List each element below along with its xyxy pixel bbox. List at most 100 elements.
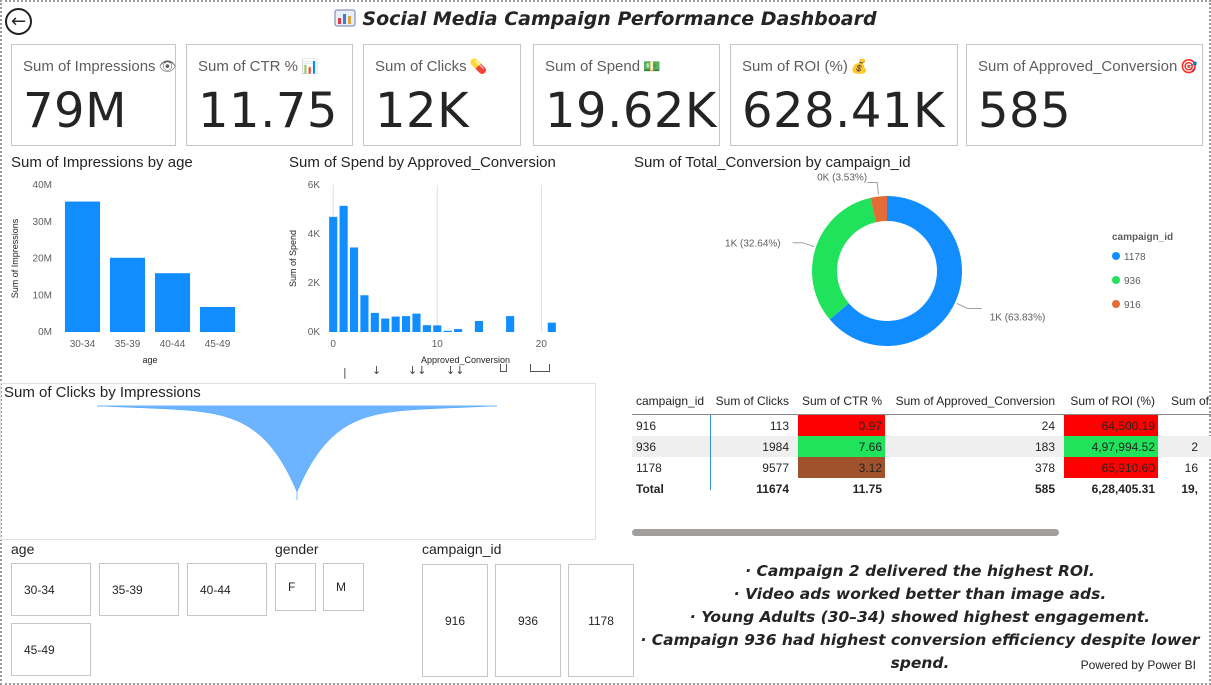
card-roi[interactable]: Sum of ROI (%) 💰 628.41K — [730, 44, 958, 146]
cell-clicks: 113 — [769, 418, 789, 433]
cell-clicks: 1984 — [762, 439, 789, 454]
bar — [402, 316, 411, 332]
page-title: Social Media Campaign Performance Dashbo… — [0, 8, 1211, 30]
area-series — [96, 405, 498, 500]
chart-title-clicks-by-impressions: Sum of Clicks by Impressions — [4, 384, 201, 401]
cell-extra: 2 — [1191, 439, 1198, 454]
powered-by-label: Powered by Power BI — [1080, 658, 1196, 672]
bar — [412, 313, 421, 332]
drill-down-icon[interactable]: ↓ — [372, 364, 381, 377]
slicer-option-age[interactable]: 35-39 — [99, 563, 179, 616]
y-tick-label: 10M — [33, 290, 52, 301]
cell-approved: 585 — [1034, 481, 1055, 496]
bar — [474, 320, 483, 332]
y-tick-label: 30M — [33, 217, 52, 228]
bar — [154, 273, 191, 332]
money-icon: 💵 — [643, 58, 661, 74]
slice-leader-line — [956, 302, 982, 309]
slicer-option-age[interactable]: 40-44 — [187, 563, 267, 616]
cell-ctr: 7.66 — [798, 436, 885, 457]
y-axis-title: Sum of Impressions — [10, 218, 20, 298]
y-tick-label: 2K — [308, 278, 321, 289]
total-conversion-donut-chart[interactable]: 1K (63.83%) 1K (32.64%) 0K (3.53%) campaign… — [634, 170, 1206, 380]
slicer-option-gender[interactable]: M — [323, 563, 364, 611]
card-ctr[interactable]: Sum of CTR % 📊 11.75 — [186, 44, 353, 146]
slice-data-label: 1K (32.64%) — [725, 239, 781, 250]
impressions-by-age-chart[interactable]: 0M 10M 20M 30M 40M 30-34 35-39 40-44 45-49 age Sum… — [5, 175, 250, 370]
x-tick-label: 40-44 — [160, 339, 186, 350]
column-header[interactable]: Sum of CTR % — [798, 388, 885, 414]
cell-ctr: 11.75 — [852, 481, 882, 496]
slicer-option-campaign[interactable]: 936 — [495, 564, 561, 677]
cell-roi: 65,910.60 — [1064, 457, 1158, 478]
table-horizontal-scrollbar[interactable] — [632, 529, 1059, 536]
bar — [349, 247, 359, 332]
slicer-option-age[interactable]: 45-49 — [11, 623, 91, 676]
card-value: 11.75 — [198, 83, 338, 139]
table-row[interactable]: 916 113 0.97 24 64,500.19 — [632, 415, 1211, 436]
bar — [109, 257, 146, 332]
cell-approved: 183 — [1034, 439, 1055, 454]
column-header[interactable]: campaign_id — [636, 388, 704, 414]
y-tick-label: 6K — [308, 180, 321, 191]
cell-clicks: 9577 — [762, 460, 789, 475]
table-header: campaign_id Sum of Clicks Sum of CTR % S… — [632, 388, 1211, 415]
cell-campaign-id: 916 — [636, 418, 657, 433]
bar — [422, 325, 431, 332]
target-icon: 🎯 — [1180, 58, 1198, 74]
x-tick-label: 30-34 — [70, 339, 96, 350]
more-options-icon[interactable] — [530, 364, 550, 372]
y-tick-label: 20M — [33, 254, 52, 265]
card-value: 19.62K — [545, 83, 717, 139]
card-label: Sum of ROI (%) — [742, 58, 848, 75]
slicer-option-campaign[interactable]: 916 — [422, 564, 488, 677]
x-tick-label: 45-49 — [205, 339, 231, 350]
cell-extra: 19, — [1181, 481, 1198, 496]
slice-data-label: 0K (3.53%) — [817, 173, 867, 184]
card-spend[interactable]: Sum of Spend 💵 19.62K — [533, 44, 720, 146]
bar — [391, 316, 400, 332]
x-axis-title: age — [142, 355, 157, 365]
donut-slice — [812, 197, 877, 320]
cell-ctr: 0.97 — [798, 415, 885, 436]
slicer-option-age[interactable]: 30-34 — [11, 563, 91, 616]
drill-down-all-icon[interactable]: ↓↓ — [408, 364, 426, 377]
focus-mode-icon[interactable] — [500, 364, 507, 372]
y-tick-label: 0M — [38, 327, 52, 338]
slice-leader-line — [792, 242, 815, 247]
campaign-table[interactable]: campaign_id Sum of Clicks Sum of CTR % S… — [632, 388, 1211, 499]
card-label: Sum of Impressions — [23, 58, 156, 75]
bar — [329, 216, 338, 332]
cell-extra — [1162, 415, 1201, 436]
bar — [64, 201, 101, 332]
cell-approved: 24 — [1041, 418, 1055, 433]
legend-label: 916 — [1124, 300, 1141, 311]
slice-data-label: 1K (63.83%) — [990, 312, 1046, 323]
cell-clicks: 11674 — [756, 481, 789, 496]
table-row[interactable]: 936 1984 7.66 183 4,97,994.52 2 — [632, 436, 1211, 457]
slicer-option-gender[interactable]: F — [275, 563, 316, 611]
drill-tick: | — [343, 366, 347, 379]
column-header[interactable]: Sum of — [1171, 388, 1211, 414]
slicer-title-campaign: campaign_id — [422, 541, 502, 557]
card-value: 12K — [375, 83, 470, 139]
card-impressions[interactable]: Sum of Impressions 👁 79M — [11, 44, 176, 146]
expand-all-icon[interactable]: ↓↓ — [446, 364, 464, 377]
card-value: 585 — [978, 83, 1072, 139]
card-clicks[interactable]: Sum of Clicks 💊 12K — [363, 44, 521, 146]
table-row[interactable]: 1178 9577 3.12 378 65,910.60 16 — [632, 457, 1211, 478]
x-tick-label: 10 — [432, 339, 444, 350]
spend-by-approved-conversion-chart[interactable]: 0K 2K 4K 6K 0 10 20 Approved_Conversion Sum of S… — [283, 175, 593, 370]
column-header[interactable]: Sum of ROI (%) — [1062, 388, 1158, 414]
bar-chart-icon — [334, 9, 356, 27]
cell-total-label: Total — [636, 481, 664, 496]
slicer-option-campaign[interactable]: 1178 — [568, 564, 634, 677]
column-header[interactable]: Sum of Approved_Conversion — [886, 388, 1058, 414]
eye-icon: 👁 — [158, 58, 177, 74]
column-header[interactable]: Sum of Clicks — [710, 388, 792, 414]
table-total-row: Total 11674 11.75 585 6,28,405.31 19, — [632, 478, 1211, 499]
card-approved-conversion[interactable]: Sum of Approved_Conversion 🎯 585 — [966, 44, 1203, 146]
clicks-by-impressions-chart[interactable] — [0, 400, 596, 510]
card-label: Sum of Spend — [545, 58, 641, 75]
slicer-title-gender: gender — [275, 541, 319, 557]
